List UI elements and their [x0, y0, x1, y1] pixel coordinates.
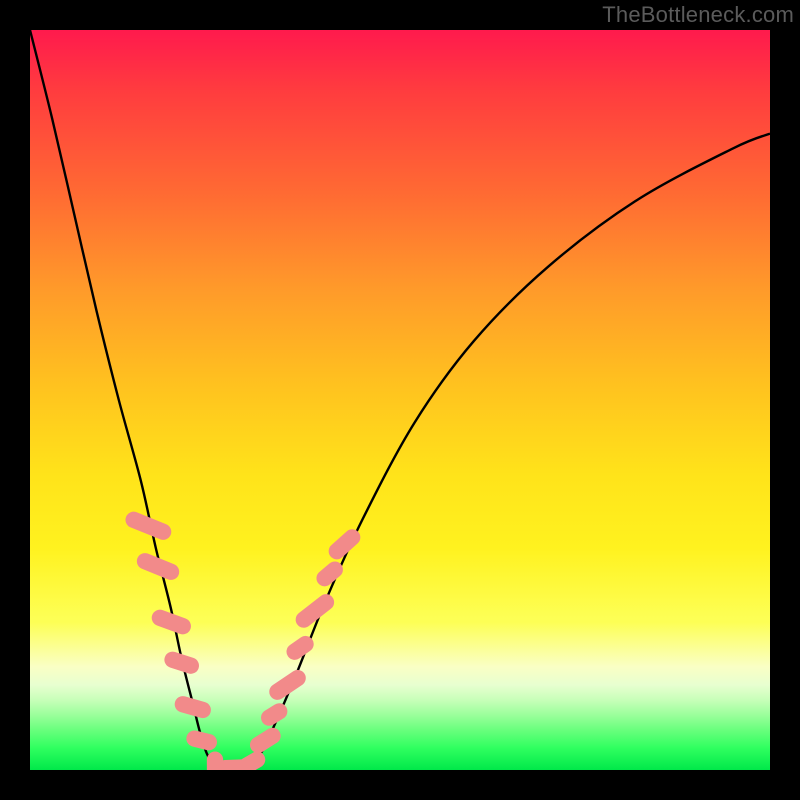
highlight-marker	[162, 649, 201, 675]
highlight-marker	[185, 729, 219, 752]
highlight-marker	[236, 749, 268, 770]
highlight-marker	[173, 694, 213, 720]
marker-layer	[123, 509, 364, 770]
bottleneck-curve	[30, 30, 770, 770]
chart-svg	[30, 30, 770, 770]
curve-layer	[30, 30, 770, 770]
plot-area	[30, 30, 770, 770]
highlight-marker	[247, 725, 284, 756]
watermark-text: TheBottleneck.com	[602, 2, 794, 28]
chart-frame: TheBottleneck.com	[0, 0, 800, 800]
